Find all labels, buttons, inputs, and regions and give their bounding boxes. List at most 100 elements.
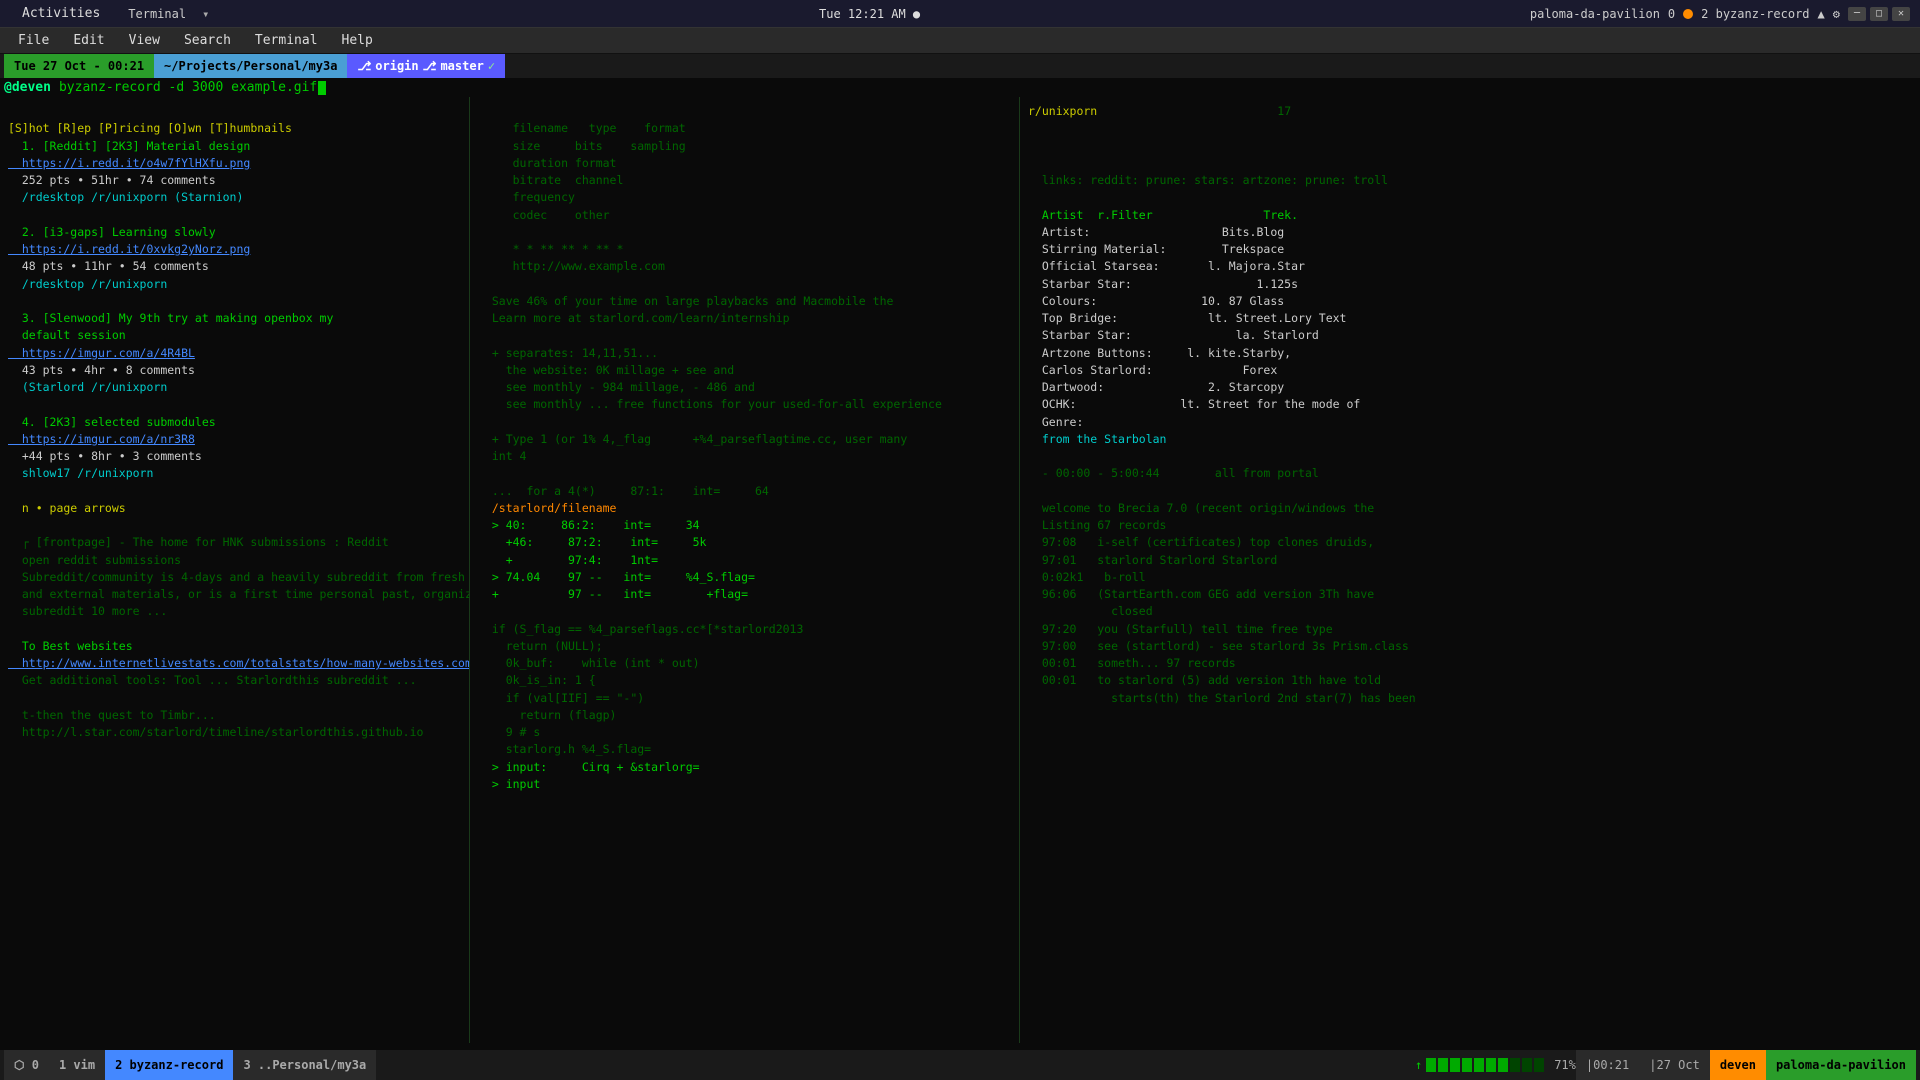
menu-search[interactable]: Search [174,31,241,50]
left-line-15: https://imgur.com/a/4R4BL [8,345,461,362]
mid-line-30 [478,603,1011,620]
git-icon: ⎇ [357,59,371,73]
status-right: ↑ 71% | 00:21 | 27 Oct deven paloma-da-p… [1415,1050,1916,1080]
right-line-21: - 00:00 - 5:00:44 all from portal [1028,465,1912,482]
mid-line-19 [478,414,1011,431]
left-line-22: shlow17 /r/unixporn [8,465,461,482]
right-line-3 [1028,155,1912,172]
maximize-button[interactable]: □ [1870,7,1888,21]
battery-bar: ↑ 71% [1415,1058,1576,1072]
status-pane-vim[interactable]: 1 vim [49,1050,105,1080]
bat-block-6 [1486,1058,1496,1072]
left-line-5: 252 pts • 51hr • 74 comments [8,172,461,189]
settings-icon[interactable]: ⚙ [1833,7,1840,21]
left-line-13: 3. [Slenwood] My 9th try at making openb… [8,310,461,327]
left-line-9: https://i.redd.it/0xvkg2yNorz.png [8,241,461,258]
right-line-2 [1028,138,1912,155]
right-line-6: Artist r.Filter Trek. [1028,207,1912,224]
mid-line-32: return (NULL); [478,638,1011,655]
left-line-8: 2. [i3-gaps] Learning slowly [8,224,461,241]
left-line-24: n • page arrows [8,500,461,517]
mid-line-9: * * ** ** * ** * [478,241,1011,258]
right-line-8: Stirring Material: Trekspace [1028,241,1912,258]
status-time: | 00:21 [1576,1050,1639,1080]
prompt-date: Tue 27 Oct - 00:21 [4,54,154,78]
menu-file[interactable]: File [8,31,59,50]
mid-line-23: ... for a 4(*) 87:1: int= 64 [478,483,1011,500]
right-line-1 [1028,120,1912,137]
close-button[interactable]: ✕ [1892,7,1910,21]
left-line-19: 4. [2K3] selected submodules [8,414,461,431]
bat-block-4 [1462,1058,1472,1072]
prompt-bar: Tue 27 Oct - 00:21 ~/Projects/Personal/m… [0,54,1920,78]
mid-line-22 [478,465,1011,482]
system-bar: Activities Terminal ▾ Tue 12:21 AM ● pal… [0,0,1920,28]
status-pane-personal[interactable]: 3 ..Personal/my3a [233,1050,376,1080]
right-line-15: Carlos Starlord: Forex [1028,362,1912,379]
right-line-25: 97:08 i-self (certificates) top clones d… [1028,534,1912,551]
menu-view[interactable]: View [119,31,170,50]
left-line-3: 1. [Reddit] [2K3] Material design [8,138,461,155]
terminal-pane-right: r/unixporn 17 links: reddit: prune: star… [1020,97,1920,1043]
left-line-18 [8,396,461,413]
right-line-18: Genre: [1028,414,1912,431]
mid-line-1 [478,103,1011,120]
left-line-2: [S]hot [R]ep [P]ricing [O]wn [T]humbnail… [8,120,461,137]
status-pane-zero: ⬡ 0 [4,1050,49,1080]
right-line-4: links: reddit: prune: stars: artzone: pr… [1028,172,1912,189]
left-line-23 [8,483,461,500]
mid-line-8 [478,224,1011,241]
menu-terminal[interactable]: Terminal [245,31,328,50]
right-line-16: Dartwood: 2. Starcopy [1028,379,1912,396]
tmux-pane-indicator: 0 [1668,7,1675,21]
time-display: 00:21 [1593,1058,1629,1072]
left-line-7 [8,207,461,224]
left-line-11: /rdesktop /r/unixporn [8,276,461,293]
left-line-20: https://imgur.com/a/nr3R8 [8,431,461,448]
menu-help[interactable]: Help [332,31,383,50]
prompt-dir: ~/Projects/Personal/my3a [154,54,347,78]
terminal-label: Terminal [128,7,186,21]
right-line-13: Starbar Star: la. Starlord [1028,327,1912,344]
mid-line-20: + Type 1 (or 1% 4,_flag +%4_parseflagtim… [478,431,1011,448]
right-line-26: 97:01 starlord Starlord Starlord [1028,552,1912,569]
system-bar-left: Activities Terminal ▾ [10,6,209,21]
left-line-31 [8,621,461,638]
prompt-git: ⎇ origin ⎇ master ✓ [347,54,505,78]
right-line-22 [1028,483,1912,500]
minimize-button[interactable]: ─ [1848,7,1866,21]
menu-edit[interactable]: Edit [63,31,114,50]
command-line: @deven byzanz-record -d 3000 example.gif [0,78,1920,97]
left-line-25 [8,517,461,534]
right-line-20 [1028,448,1912,465]
mid-line-17: see monthly - 984 millage, - 486 and [478,379,1011,396]
git-origin: origin [375,59,418,73]
mid-line-14 [478,327,1011,344]
mid-line-33: 0k_buf: while (int * out) [478,655,1011,672]
right-line-27: 0:02k1 b-roll [1028,569,1912,586]
bat-block-3 [1450,1058,1460,1072]
left-line-35 [8,690,461,707]
terminal-menu-indicator: ▾ [202,7,209,21]
activities-button[interactable]: Activities [10,6,112,21]
right-line-10: Starbar Star: 1.125s [1028,276,1912,293]
left-line-30: subreddit 10 more ... [8,603,461,620]
mid-line-15: + separates: 14,11,51... [478,345,1011,362]
status-pane-byzanz[interactable]: 2 byzanz-record [105,1050,233,1080]
window-controls: ─ □ ✕ [1848,7,1910,21]
mid-line-37: 9 # s [478,724,1011,741]
left-line-33: http://www.internetlivestats.com/totalst… [8,655,461,672]
left-line-6: /rdesktop /r/unixporn (Starnion) [8,189,461,206]
mid-line-25: > 40: 86:2: int= 34 [478,517,1011,534]
mid-line-28: > 74.04 97 -- int= %4_S.flag= [478,569,1011,586]
left-line-21: +44 pts • 8hr • 3 comments [8,448,461,465]
bat-block-10 [1534,1058,1544,1072]
bat-block-1 [1426,1058,1436,1072]
status-host: paloma-da-pavilion [1766,1050,1916,1080]
right-line-30: 97:20 you (Starfull) tell time free type [1028,621,1912,638]
status-user: deven [1710,1050,1766,1080]
left-line-34: Get additional tools: Tool ... Starlordt… [8,672,461,689]
tmux-session-label: 2 byzanz-record [1701,7,1809,21]
terminal-pane-left: [S]hot [R]ep [P]ricing [O]wn [T]humbnail… [0,97,470,1043]
terminal-window: Tue 27 Oct - 00:21 ~/Projects/Personal/m… [0,54,1920,1050]
